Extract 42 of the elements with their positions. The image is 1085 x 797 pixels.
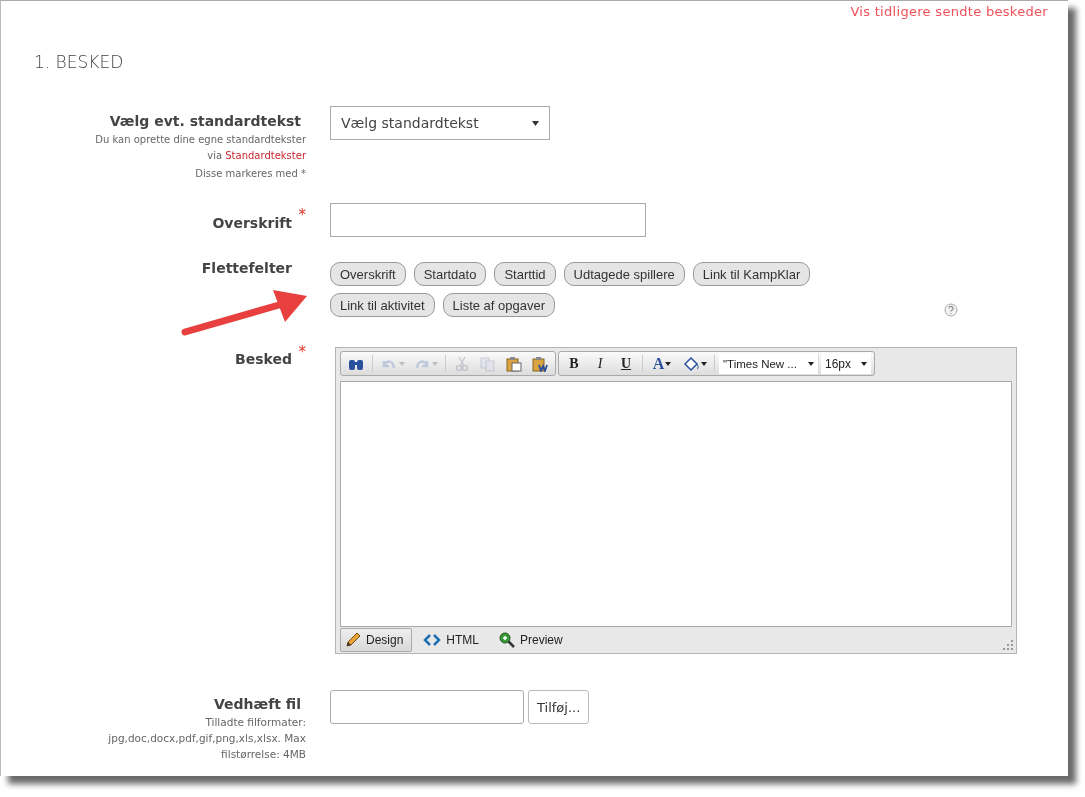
font-color-button[interactable]: A <box>647 354 677 373</box>
help-text: Disse markeres med * <box>194 167 306 181</box>
help-text: Tilladte filformater: jpg,doc,docx,pdf,gif,png,xls,xlsx. Max filstørrelse: 4MB <box>107 715 306 762</box>
font-size-dropdown[interactable]: 16px <box>821 353 871 374</box>
field-label: Flettefelter <box>201 260 292 276</box>
merge-field-chip[interactable]: Udtagede spillere <box>563 262 685 286</box>
mode-tab[interactable]: Design <box>340 628 413 652</box>
section-title: 1. BESKED <box>33 51 125 74</box>
required-mark: * <box>298 343 306 361</box>
dropdown-caret-icon <box>532 120 539 126</box>
merge-field-chip[interactable]: Liste af opgaver <box>442 293 556 317</box>
field-label: Besked <box>235 350 292 367</box>
file-input[interactable] <box>330 690 524 724</box>
field-label: Vælg evt. standardtekst <box>108 112 301 129</box>
mode-tab[interactable]: HTML <box>418 628 489 652</box>
help-text: Du kan oprette dine egne standardtekster via Standardtekster <box>94 133 306 163</box>
merge-field-chip[interactable]: Starttid <box>494 262 556 286</box>
merge-field-chip[interactable]: Link til aktivitet <box>330 293 435 317</box>
pencil-icon <box>345 632 361 648</box>
caret-icon <box>665 361 672 366</box>
code-icon <box>423 633 442 647</box>
add-file-button[interactable]: Tilføj... <box>528 690 590 724</box>
standard-texts-link[interactable]: Standardtekster <box>225 150 306 161</box>
field-label: Vedhæft fil <box>212 695 301 712</box>
magnifier-icon <box>499 632 516 648</box>
font-name-dropdown[interactable]: "Times New ... <box>719 353 819 374</box>
underline-button[interactable]: U <box>614 355 638 372</box>
previous-messages-link[interactable]: Vis tidligere sendte beskeder <box>850 4 1048 26</box>
standard-text-select[interactable]: Vælg standardtekst <box>330 106 550 140</box>
required-mark: * <box>298 205 306 224</box>
field-label: Overskrift <box>212 213 292 231</box>
merge-field-chip[interactable]: Startdato <box>413 262 487 286</box>
bold-button[interactable]: B <box>562 355 586 372</box>
italic-button[interactable]: I <box>588 355 612 372</box>
merge-field-chip[interactable]: Overskrift <box>330 262 406 286</box>
help-icon[interactable] <box>944 303 958 317</box>
caret-icon <box>861 361 867 366</box>
mode-tab[interactable]: Preview <box>494 628 572 652</box>
merge-field-chip[interactable]: Link til KampKlar <box>692 262 811 286</box>
headline-input[interactable] <box>330 203 646 237</box>
caret-icon <box>808 361 814 366</box>
resize-grip-icon[interactable] <box>1003 640 1013 650</box>
